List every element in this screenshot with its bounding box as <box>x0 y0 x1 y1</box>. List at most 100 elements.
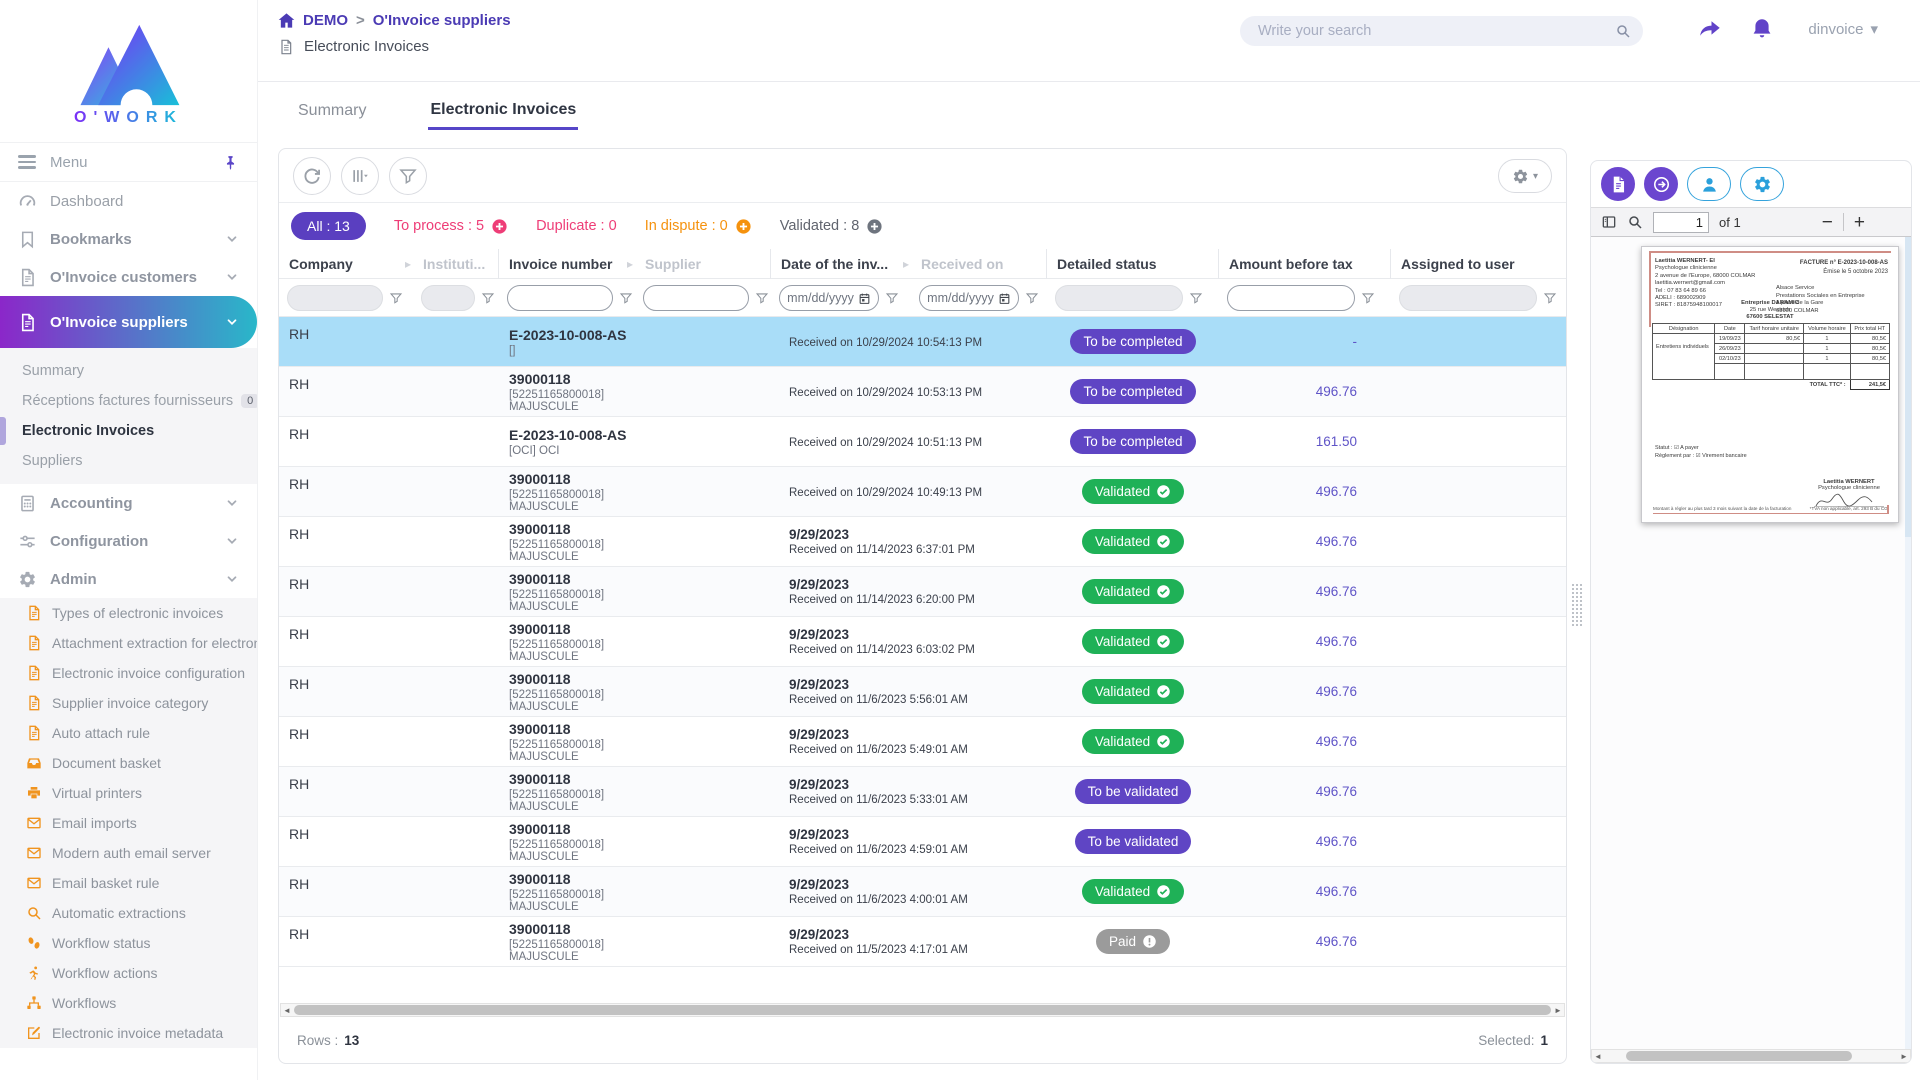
pin-icon[interactable] <box>222 154 239 171</box>
pdf-search-icon[interactable] <box>1627 214 1643 230</box>
pdf-settings-button[interactable] <box>1740 167 1784 201</box>
sidebar-subitem-workflows[interactable]: Workflows <box>0 988 257 1018</box>
table-row[interactable]: RHE-2023-10-008-AS[]Received on 10/29/20… <box>279 317 1566 367</box>
table-row[interactable]: RH39000118[52251165800018] MAJUSCULE9/29… <box>279 767 1566 817</box>
table-row[interactable]: RH39000118[52251165800018] MAJUSCULE9/29… <box>279 867 1566 917</box>
columns-button[interactable] <box>341 157 379 195</box>
bell-icon[interactable] <box>1750 17 1774 41</box>
pdf-horizontal-scrollbar[interactable]: ◄ ► <box>1591 1049 1911 1063</box>
filter-input-date-of-the-inv[interactable]: mm/dd/yyyy <box>779 285 879 311</box>
sidebar-item-accounting[interactable]: Accounting <box>0 484 257 522</box>
column-header-instituti[interactable]: Instituti... <box>413 249 499 279</box>
sidebar-item-admin[interactable]: Admin <box>0 560 257 598</box>
funnel-icon[interactable] <box>755 291 769 305</box>
calendar-icon[interactable] <box>858 292 871 305</box>
filter-input-assigned-to-user[interactable] <box>1399 285 1537 311</box>
table-row[interactable]: RH39000118[52251165800018] MAJUSCULE9/29… <box>279 817 1566 867</box>
table-row[interactable]: RHE-2023-10-008-AS[OCI] OCIReceived on 1… <box>279 417 1566 467</box>
table-settings-button[interactable]: ▾ <box>1498 159 1552 193</box>
home-icon[interactable] <box>278 12 295 29</box>
panel-resize-handle[interactable] <box>1571 583 1583 627</box>
table-row[interactable]: RH39000118[52251165800018] MAJUSCULE9/29… <box>279 667 1566 717</box>
amount-link[interactable]: 496.76 <box>1316 534 1357 549</box>
sidebar-subitem-automatic-extractions[interactable]: Automatic extractions <box>0 898 257 928</box>
sidebar-subitem-document-basket[interactable]: Document basket <box>0 748 257 778</box>
tab-electronic-invoices[interactable]: Electronic Invoices <box>428 93 578 130</box>
zoom-out-button[interactable]: − <box>1822 213 1833 232</box>
menu-toggle[interactable]: Menu <box>0 142 257 182</box>
scroll-left-arrow-icon[interactable]: ◄ <box>281 1004 293 1016</box>
calendar-icon[interactable] <box>998 292 1011 305</box>
breadcrumb-home[interactable]: DEMO <box>303 12 348 29</box>
funnel-icon[interactable] <box>1025 291 1039 305</box>
open-invoice-button[interactable] <box>1644 167 1678 201</box>
funnel-icon[interactable] <box>1189 291 1203 305</box>
filter-input-invoice-number[interactable] <box>507 285 613 311</box>
filter-input-instituti[interactable] <box>421 285 475 311</box>
filter-pill-validated-8[interactable]: Validated : 8 <box>780 218 884 235</box>
share-icon[interactable] <box>1698 17 1722 41</box>
plus-circle-icon[interactable] <box>866 218 883 235</box>
sidebar-item-bookmarks[interactable]: Bookmarks <box>0 220 257 258</box>
scrollbar-thumb[interactable] <box>1905 237 1911 537</box>
user-menu[interactable]: dinvoice ▾ <box>1808 20 1878 38</box>
sidebar-item-configuration[interactable]: Configuration <box>0 522 257 560</box>
sidebar-subitem-modern-auth-email-server[interactable]: Modern auth email server <box>0 838 257 868</box>
table-horizontal-scrollbar[interactable]: ◄ ► <box>280 1003 1565 1017</box>
tab-summary[interactable]: Summary <box>296 94 368 128</box>
pdf-viewer[interactable]: Laetitia WERNERT- EIPsychologue clinicie… <box>1591 237 1911 1049</box>
column-header-company[interactable]: Company▸ <box>279 249 413 279</box>
assign-user-button[interactable] <box>1687 167 1731 201</box>
sidebar-subitem-types-of-electronic-invoices[interactable]: Types of electronic invoices <box>0 598 257 628</box>
amount-link[interactable]: 496.76 <box>1316 834 1357 849</box>
filter-button[interactable] <box>389 157 427 195</box>
search-input[interactable] <box>1258 23 1615 39</box>
sidebar-item-o-invoice-suppliers[interactable]: O'Invoice suppliers <box>0 296 257 348</box>
amount-link[interactable]: 496.76 <box>1316 934 1357 949</box>
sidebar-subitem-email-basket-rule[interactable]: Email basket rule <box>0 868 257 898</box>
plus-circle-icon[interactable] <box>491 218 508 235</box>
sidebar-subitem-suppliers[interactable]: Suppliers <box>0 446 257 476</box>
search-icon[interactable] <box>1615 23 1631 39</box>
filter-input-supplier[interactable] <box>643 285 749 311</box>
table-row[interactable]: RH39000118[52251165800018] MAJUSCULERece… <box>279 467 1566 517</box>
column-header-invoice-number[interactable]: Invoice number▸ <box>499 249 635 279</box>
scrollbar-thumb[interactable] <box>1626 1051 1852 1061</box>
funnel-icon[interactable] <box>1543 291 1557 305</box>
filter-input-company[interactable] <box>287 285 383 311</box>
column-header-detailed-status[interactable]: Detailed status <box>1047 249 1219 279</box>
zoom-in-button[interactable]: + <box>1854 213 1865 232</box>
amount-link[interactable]: 496.76 <box>1316 384 1357 399</box>
plus-circle-icon[interactable] <box>735 218 752 235</box>
amount-link[interactable]: 496.76 <box>1316 634 1357 649</box>
table-row[interactable]: RH39000118[52251165800018] MAJUSCULE9/29… <box>279 517 1566 567</box>
column-header-received-on[interactable]: Received on <box>911 249 1047 279</box>
amount-link[interactable]: 496.76 <box>1316 784 1357 799</box>
scrollbar-thumb[interactable] <box>294 1005 1551 1015</box>
funnel-icon[interactable] <box>619 291 633 305</box>
table-row[interactable]: RH39000118[52251165800018] MAJUSCULE9/29… <box>279 917 1566 967</box>
page-number-input[interactable] <box>1653 212 1709 233</box>
funnel-icon[interactable] <box>481 291 495 305</box>
filter-input-detailed-status[interactable] <box>1055 285 1183 311</box>
scroll-right-arrow-icon[interactable]: ► <box>1898 1050 1910 1062</box>
sidebar-subitem-attachment-extraction-for-electron[interactable]: Attachment extraction for electron <box>0 628 257 658</box>
sidebar-subitem-electronic-invoice-metadata[interactable]: Electronic invoice metadata <box>0 1018 257 1048</box>
sidebar-toggle-icon[interactable] <box>1601 214 1617 230</box>
funnel-icon[interactable] <box>885 291 899 305</box>
filter-pill-in-dispute-0[interactable]: In dispute : 0 <box>645 218 752 235</box>
table-row[interactable]: RH39000118[52251165800018] MAJUSCULE9/29… <box>279 567 1566 617</box>
sidebar-subitem-electronic-invoice-configuration[interactable]: Electronic invoice configuration <box>0 658 257 688</box>
breadcrumb-section[interactable]: O'Invoice suppliers <box>373 12 511 29</box>
amount-link[interactable]: 496.76 <box>1316 684 1357 699</box>
amount-link[interactable]: - <box>1353 334 1358 349</box>
column-header-amount-before-tax[interactable]: Amount before tax <box>1219 249 1391 279</box>
table-row[interactable]: RH39000118[52251165800018] MAJUSCULE9/29… <box>279 617 1566 667</box>
amount-link[interactable]: 496.76 <box>1316 484 1357 499</box>
sidebar-item-dashboard[interactable]: Dashboard <box>0 182 257 220</box>
sidebar-item-o-invoice-customers[interactable]: O'Invoice customers <box>0 258 257 296</box>
table-row[interactable]: RH39000118[52251165800018] MAJUSCULERece… <box>279 367 1566 417</box>
sidebar-subitem-r-ceptions-factures-fournisseurs[interactable]: Réceptions factures fournisseurs0 <box>0 386 257 416</box>
amount-link[interactable]: 496.76 <box>1316 884 1357 899</box>
sidebar-subitem-supplier-invoice-category[interactable]: Supplier invoice category <box>0 688 257 718</box>
